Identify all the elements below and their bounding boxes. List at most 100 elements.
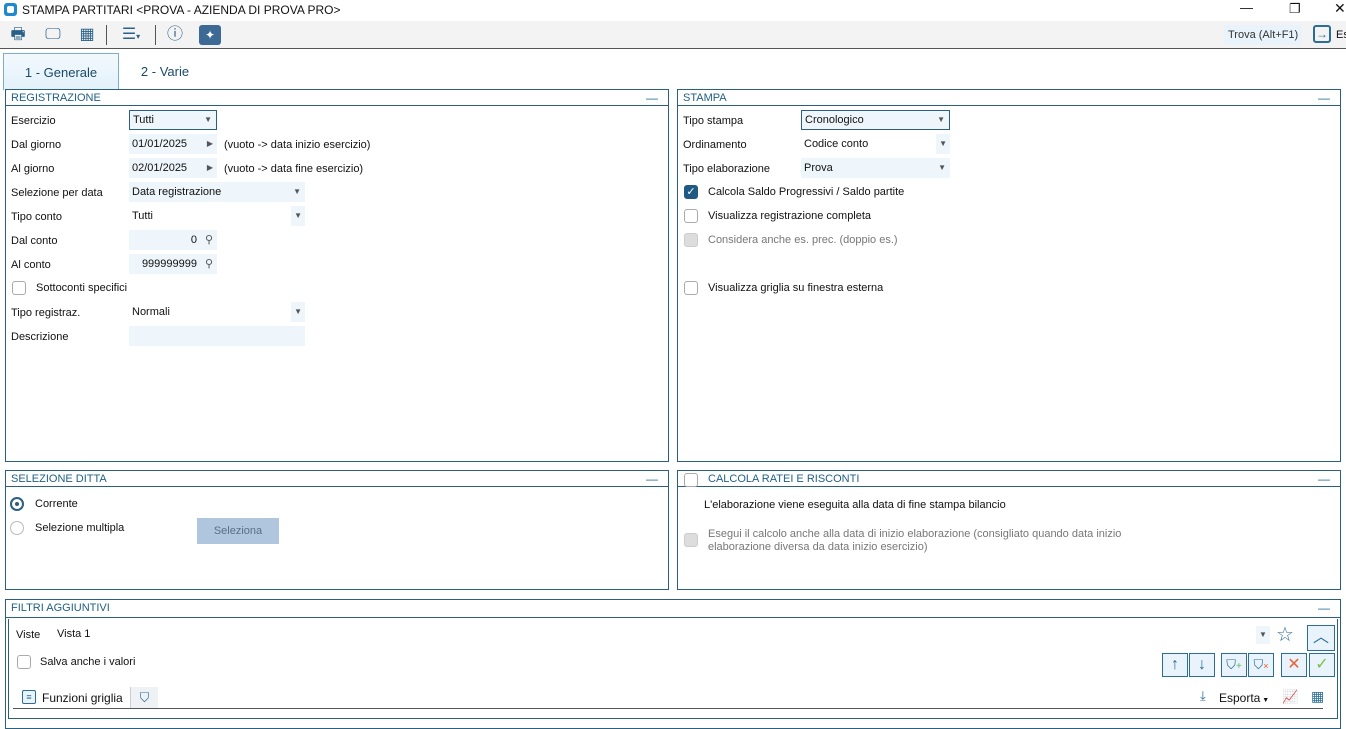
chart-icon[interactable]: 📈 — [1282, 689, 1298, 705]
app-icon — [4, 3, 17, 16]
remove-filter-icon[interactable]: ⛉× — [1248, 653, 1274, 677]
collapse-up-icon[interactable]: ︿ — [1307, 625, 1335, 651]
multipla-radio[interactable] — [10, 521, 24, 535]
add-filter-icon[interactable]: ⛉+ — [1221, 653, 1247, 677]
exit-icon[interactable]: → — [1313, 25, 1331, 43]
exit-label[interactable]: Es — [1336, 29, 1346, 41]
al-giorno-input[interactable]: 02/01/2025 ▶ — [129, 158, 217, 178]
al-conto-value: 999999999 — [141, 258, 197, 270]
sottoconti-checkbox[interactable] — [12, 281, 26, 295]
al-giorno-value: 02/01/2025 — [132, 162, 188, 174]
esporta-button[interactable]: Esporta ▼ — [1219, 691, 1269, 705]
collapse-icon[interactable]: — — [646, 90, 658, 106]
panel-header: CALCOLA RATEI E RISCONTI — — [678, 471, 1340, 487]
tipo-conto-select[interactable]: Tutti ▼ — [129, 206, 305, 226]
salva-valori-label: Salva anche i valori — [40, 656, 136, 668]
dal-conto-value: 0 — [190, 234, 197, 246]
chevron-down-icon: ▼ — [938, 163, 946, 172]
tipo-reg-select[interactable]: Normali ▼ — [129, 302, 305, 322]
panel-header: FILTRI AGGIUNTIVI — — [6, 600, 1340, 618]
panel-title: CALCOLA RATEI E RISCONTI — [708, 473, 860, 485]
ai-assistant-icon[interactable]: ✦ — [199, 25, 221, 45]
menu-icon[interactable]: ☰▾ — [116, 25, 146, 45]
move-down-icon[interactable]: ↓ — [1189, 653, 1215, 677]
calcola-saldo-checkbox[interactable]: ✓ — [684, 185, 698, 199]
preview-monitor-icon[interactable]: 🖵 — [42, 25, 64, 45]
esegui-label: Esegui il calcolo anche alla data di ini… — [708, 528, 1121, 554]
vista-dropdown-icon[interactable]: ▼ — [1256, 626, 1270, 644]
calendar-arrow-icon[interactable]: ▶ — [207, 158, 213, 178]
minimize-button[interactable]: — — [1240, 0, 1253, 15]
chevron-down-icon: ▼ — [204, 115, 212, 124]
seleziona-button[interactable]: Seleziona — [197, 518, 279, 544]
cancel-icon[interactable]: ✕ — [1281, 653, 1307, 677]
descrizione-label: Descrizione — [11, 331, 69, 343]
al-conto-label: Al conto — [11, 259, 51, 271]
grid-functions-icon[interactable]: ≡ — [22, 690, 36, 704]
griglia-esterna-checkbox[interactable] — [684, 281, 698, 295]
sottoconti-label: Sottoconti specifici — [36, 282, 128, 294]
filter-icon[interactable]: ⛉ — [130, 687, 158, 708]
dal-giorno-hint: (vuoto -> data inizio esercizio) — [224, 139, 371, 151]
salva-valori-checkbox[interactable] — [17, 655, 31, 669]
tipo-conto-label: Tipo conto — [11, 211, 62, 223]
tab-varie[interactable]: 2 - Varie — [125, 53, 205, 90]
considera-label: Considera anche es. prec. (doppio es.) — [708, 234, 898, 246]
collapse-icon[interactable]: — — [1318, 90, 1330, 106]
find-button[interactable]: Trova (Alt+F1) — [1224, 25, 1303, 45]
collapse-icon[interactable]: — — [646, 471, 658, 487]
chevron-down-icon: ▼ — [936, 134, 950, 154]
esporta-label: Esporta — [1219, 691, 1261, 705]
title-bar: STAMPA PARTITARI <PROVA - AZIENDA DI PRO… — [0, 0, 1346, 20]
esercizio-select[interactable]: Tutti ▼ — [129, 110, 217, 130]
visualizza-reg-checkbox[interactable] — [684, 209, 698, 223]
chevron-down-icon: ▼ — [293, 187, 301, 196]
dal-giorno-value: 01/01/2025 — [132, 138, 188, 150]
print-icon[interactable]: 🖶 — [7, 25, 29, 45]
dal-conto-input[interactable]: 0 ⚲ — [129, 230, 217, 250]
search-icon[interactable]: ⚲ — [205, 254, 213, 274]
help-icon[interactable]: ⓘ — [164, 25, 186, 45]
tipo-stampa-select[interactable]: Cronologico ▼ — [801, 110, 950, 130]
confirm-icon[interactable]: ✓ — [1309, 653, 1335, 677]
dal-giorno-label: Dal giorno — [11, 139, 62, 151]
funzioni-griglia-button[interactable]: Funzioni griglia — [42, 691, 123, 705]
esegui-line-1: Esegui il calcolo anche alla data di ini… — [708, 528, 1122, 540]
star-icon[interactable]: ☆ — [1276, 622, 1294, 647]
considera-checkbox — [684, 233, 698, 247]
esercizio-label: Esercizio — [11, 115, 56, 127]
restore-button[interactable]: ❐ — [1289, 1, 1301, 17]
move-up-icon[interactable]: ↑ — [1162, 653, 1188, 677]
al-conto-input[interactable]: 999999999 ⚲ — [129, 254, 217, 274]
calcola-saldo-label: Calcola Saldo Progressivi / Saldo partit… — [708, 186, 905, 198]
sel-data-select[interactable]: Data registrazione ▼ — [129, 182, 305, 202]
al-giorno-label: Al giorno — [11, 163, 55, 175]
search-icon[interactable]: ⚲ — [205, 230, 213, 250]
calendar-arrow-icon[interactable]: ▶ — [207, 134, 213, 154]
vista-select[interactable]: Vista 1 — [57, 628, 90, 640]
collapse-icon[interactable]: — — [1318, 600, 1330, 616]
tab-generale[interactable]: 1 - Generale — [3, 53, 119, 90]
grid-layout-icon[interactable]: ▦ — [1311, 688, 1324, 705]
ratei-checkbox[interactable] — [684, 473, 698, 487]
tipo-reg-label: Tipo registraz. — [11, 307, 81, 319]
tipo-conto-value: Tutti — [132, 210, 153, 222]
panel-header: STAMPA — — [678, 90, 1340, 106]
corrente-label: Corrente — [35, 498, 78, 510]
collapse-icon[interactable]: — — [1318, 471, 1330, 487]
tipo-stampa-value: Cronologico — [805, 114, 864, 126]
griglia-esterna-label: Visualizza griglia su finestra esterna — [708, 282, 884, 294]
dal-giorno-input[interactable]: 01/01/2025 ▶ — [129, 134, 217, 154]
tipo-elab-select[interactable]: Prova ▼ — [801, 158, 950, 178]
grid-monitor-icon[interactable]: ▦ — [76, 25, 98, 45]
ordinamento-select[interactable]: Codice conto ▼ — [801, 134, 950, 154]
ordinamento-label: Ordinamento — [683, 139, 747, 151]
descrizione-input[interactable] — [129, 326, 305, 346]
close-button[interactable]: ✕ — [1334, 0, 1346, 17]
divider — [13, 708, 1323, 709]
panel-header: REGISTRAZIONE — — [6, 90, 668, 106]
panel-title: SELEZIONE DITTA — [11, 473, 107, 485]
ordinamento-value: Codice conto — [804, 138, 869, 150]
corrente-radio[interactable] — [10, 497, 24, 511]
visualizza-reg-label: Visualizza registrazione completa — [708, 210, 872, 222]
